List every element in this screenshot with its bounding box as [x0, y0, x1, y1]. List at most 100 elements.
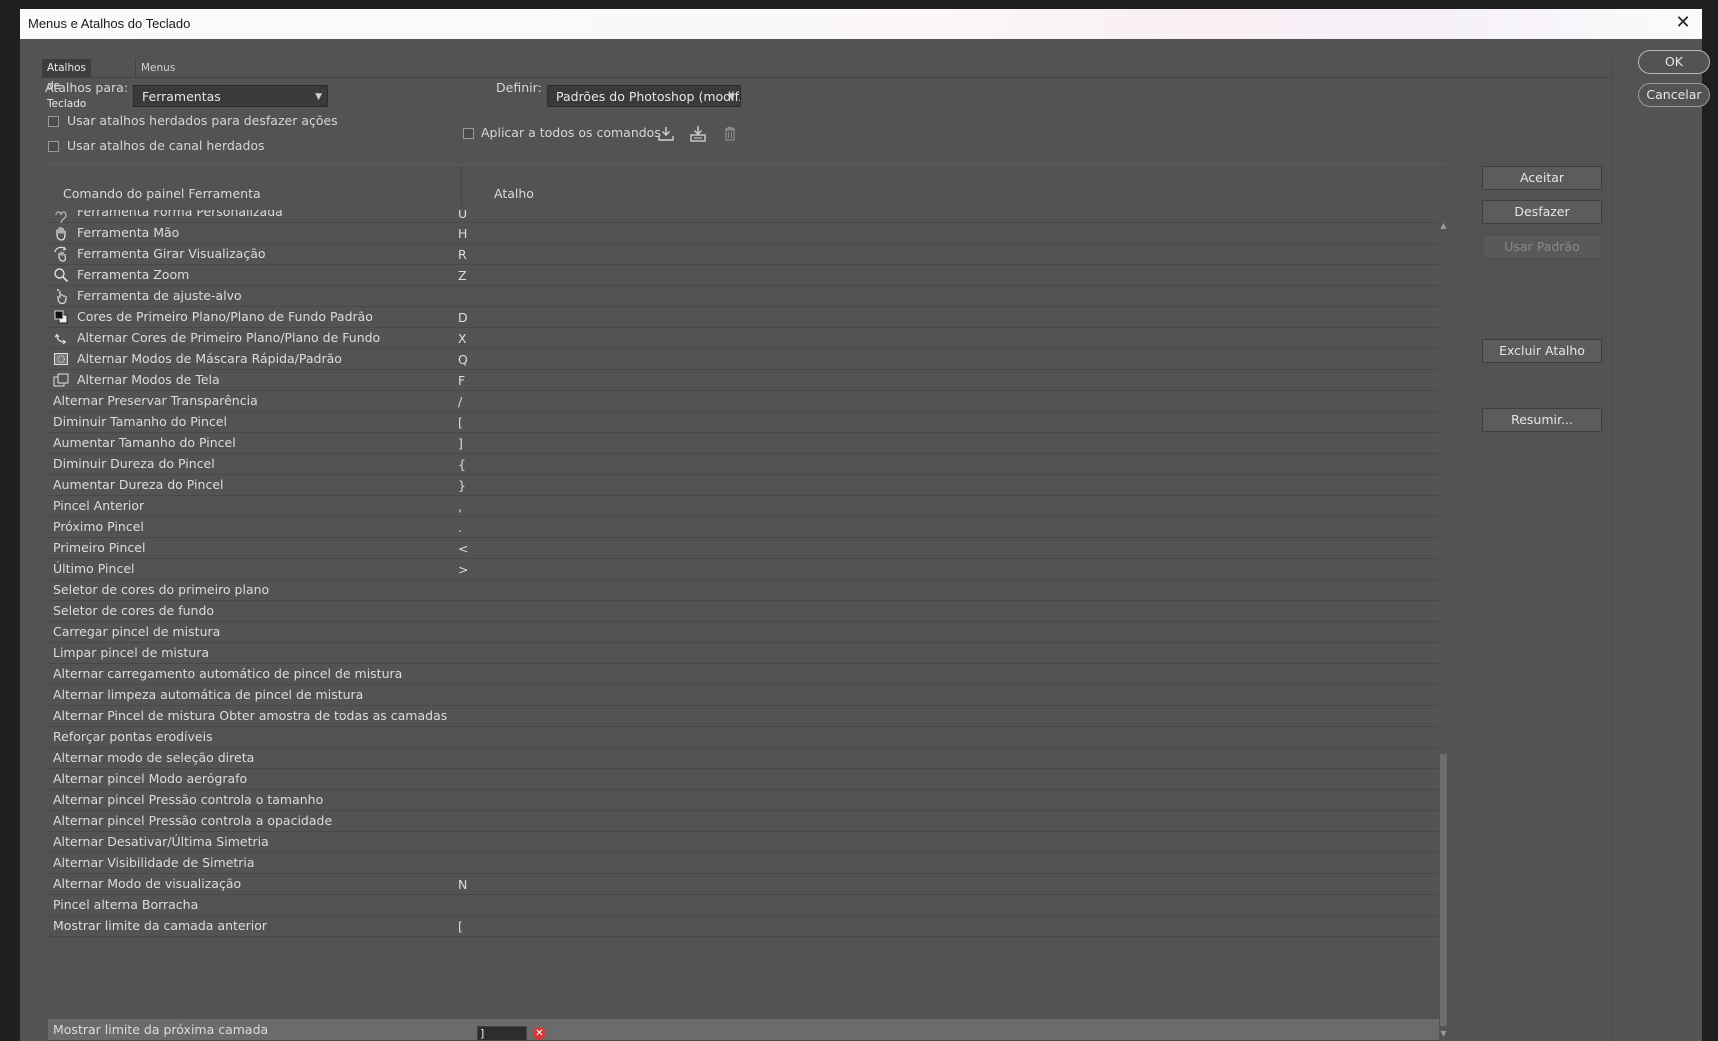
row-command: Próximo Pincel — [53, 519, 144, 534]
delete-set-icon[interactable] — [720, 124, 740, 144]
row-shortcut: > — [458, 562, 469, 577]
table-row[interactable]: Mostrar limite da camada anterior [ — [48, 915, 1439, 937]
shortcuts-for-label: Atalhos para: — [45, 80, 129, 95]
table-row[interactable]: Alternar Modos de Máscara Rápida/Padrão Q — [48, 348, 1439, 370]
table-row[interactable]: Aumentar Dureza do Pincel} — [48, 474, 1439, 496]
table-row-selected[interactable]: Mostrar limite da próxima camada — [48, 1019, 1439, 1041]
table-row[interactable]: Alternar limpeza automática de pincel de… — [48, 684, 1439, 706]
table-row[interactable]: Alternar Desativar/Última Simetria — [48, 831, 1439, 853]
save-set-icon[interactable] — [656, 124, 676, 144]
table-row[interactable]: Carregar pincel de mistura — [48, 621, 1439, 643]
table-row[interactable]: Alternar Pincel de mistura Obter amostra… — [48, 705, 1439, 727]
clear-shortcut-icon[interactable]: ✕ — [533, 1027, 546, 1040]
table-row[interactable]: Reforçar pontas erodíveis — [48, 726, 1439, 748]
shortcuts-for-value: Ferramentas — [142, 89, 221, 104]
row-shortcut: D — [458, 310, 468, 325]
rotate-view-icon — [53, 246, 69, 262]
table-row[interactable]: Último Pincel > — [48, 558, 1439, 580]
row-command: Seletor de cores do primeiro plano — [53, 582, 270, 597]
row-shortcut: N — [458, 877, 468, 892]
table-row[interactable]: Aumentar Tamanho do Pincel] — [48, 432, 1439, 454]
table-row[interactable]: Alternar Modo de visualização N — [48, 873, 1439, 895]
row-command: Alternar Modos de Tela — [77, 372, 220, 387]
row-command: Alternar pincel Modo aerógrafo — [53, 771, 248, 786]
row-shortcut: } — [458, 478, 466, 493]
table-row[interactable]: Ferramenta Mão H — [48, 222, 1439, 244]
table-row[interactable]: Cores de Primeiro Plano/Plano de Fundo P… — [48, 306, 1439, 328]
row-command: Alternar Modo de visualização — [53, 876, 242, 891]
set-select[interactable]: Padrões do Photoshop (modif... ▼ — [547, 85, 741, 107]
scroll-up-icon[interactable]: ▲ — [1439, 221, 1448, 231]
zoom-icon — [53, 267, 69, 283]
scroll-thumb[interactable] — [1440, 754, 1447, 1026]
channel-shortcuts-checkbox[interactable] — [48, 141, 59, 152]
chevron-down-icon: ▼ — [728, 92, 735, 102]
screen-mode-icon — [53, 372, 69, 388]
table-row[interactable]: Alternar Modos de Tela F — [48, 369, 1439, 391]
apply-all-checkbox[interactable] — [463, 128, 474, 139]
swap-colors-icon — [53, 330, 69, 346]
table-scrollbar[interactable]: ▲ ▼ — [1439, 221, 1448, 1039]
accept-button[interactable]: Aceitar — [1482, 166, 1602, 190]
row-shortcut: X — [458, 331, 467, 346]
table-row[interactable]: Primeiro Pincel < — [48, 537, 1439, 559]
row-command: Pincel alterna Borracha — [53, 897, 199, 912]
table-row[interactable]: Próximo Pincel. — [48, 516, 1439, 538]
new-set-icon[interactable] — [688, 124, 708, 144]
row-shortcut: < — [458, 541, 469, 556]
table-row[interactable]: Diminuir Dureza do Pincel { — [48, 453, 1439, 475]
summarize-button[interactable]: Resumir... — [1482, 408, 1602, 432]
tab-keyboard-shortcuts[interactable]: Atalhos de Teclado — [42, 59, 92, 110]
shortcuts-table: Ferramenta Forma Personalizada U Ferrame… — [48, 210, 1439, 1040]
row-command: Ferramenta Forma Personalizada — [77, 210, 283, 219]
row-shortcut: H — [458, 226, 468, 241]
table-row[interactable]: Diminuir Tamanho do Pincel [ — [48, 411, 1439, 433]
table-row[interactable]: Ferramenta de ajuste-alvo — [48, 285, 1439, 307]
undo-shortcuts-checkbox[interactable] — [48, 116, 59, 127]
cancel-button[interactable]: Cancelar — [1638, 83, 1710, 107]
use-default-button[interactable]: Usar Padrão — [1482, 235, 1602, 259]
undo-button[interactable]: Desfazer — [1482, 200, 1602, 224]
row-command: Alternar Modos de Máscara Rápida/Padrão — [77, 351, 342, 366]
table-row[interactable]: Seletor de cores do primeiro plano — [48, 579, 1439, 601]
row-command: Aumentar Dureza do Pincel — [53, 477, 224, 492]
delete-shortcut-button[interactable]: Excluir Atalho — [1482, 339, 1602, 363]
close-icon[interactable]: ✕ — [1672, 12, 1694, 33]
default-colors-icon — [53, 309, 69, 325]
row-command: Reforçar pontas erodíveis — [53, 729, 213, 744]
table-row[interactable]: Alternar modo de seleção direta — [48, 747, 1439, 769]
row-shortcut: [ — [458, 415, 463, 430]
row-command: Alternar pincel Pressão controla o taman… — [53, 792, 324, 807]
table-row[interactable]: Alternar carregamento automático de pinc… — [48, 663, 1439, 685]
apply-all-label: Aplicar a todos os comandos — [481, 125, 661, 140]
table-row[interactable]: Pincel alterna Borracha — [48, 894, 1439, 916]
table-row[interactable]: Alternar Visibilidade de Simetria — [48, 852, 1439, 874]
ok-button[interactable]: OK — [1638, 50, 1710, 74]
row-command: Limpar pincel de mistura — [53, 645, 210, 660]
row-shortcut: . — [458, 520, 462, 535]
row-command: Alternar Desativar/Última Simetria — [53, 834, 269, 849]
row-command: Mostrar limite da próxima camada — [53, 1022, 269, 1037]
shortcuts-for-select[interactable]: Ferramentas ▼ — [133, 85, 328, 107]
table-row[interactable]: Pincel Anterior, — [48, 495, 1439, 517]
tab-menus[interactable]: Menus — [135, 59, 180, 77]
table-row[interactable]: Alternar pincel Pressão controla o taman… — [48, 789, 1439, 811]
undo-shortcuts-label: Usar atalhos herdados para desfazer açõe… — [67, 113, 338, 128]
table-row[interactable]: Seletor de cores de fundo — [48, 600, 1439, 622]
keyboard-shortcuts-dialog: Menus e Atalhos do Teclado ✕ Atalhos de … — [20, 9, 1710, 1041]
table-row[interactable]: Alternar Preservar Transparência / — [48, 390, 1439, 412]
set-label: Definir: — [496, 80, 542, 95]
table-row[interactable]: Alternar Cores de Primeiro Plano/Plano d… — [48, 327, 1439, 349]
shortcut-edit-field[interactable]: ] — [477, 1026, 527, 1041]
table-row[interactable]: Ferramenta Zoom Z — [48, 264, 1439, 286]
table-row[interactable]: Ferramenta Girar Visualização R — [48, 243, 1439, 265]
row-command: Ferramenta Zoom — [77, 267, 190, 282]
table-row[interactable]: Alternar pincel Pressão controla a opaci… — [48, 810, 1439, 832]
row-command: Alternar Cores de Primeiro Plano/Plano d… — [77, 330, 381, 345]
table-row[interactable]: Alternar pincel Modo aerógrafo — [48, 768, 1439, 790]
table-row[interactable]: Limpar pincel de mistura — [48, 642, 1439, 664]
row-command: Alternar Visibilidade de Simetria — [53, 855, 255, 870]
scroll-down-icon[interactable]: ▼ — [1439, 1029, 1448, 1039]
row-shortcut: U — [458, 210, 468, 221]
window-title: Menus e Atalhos do Teclado — [28, 16, 191, 31]
